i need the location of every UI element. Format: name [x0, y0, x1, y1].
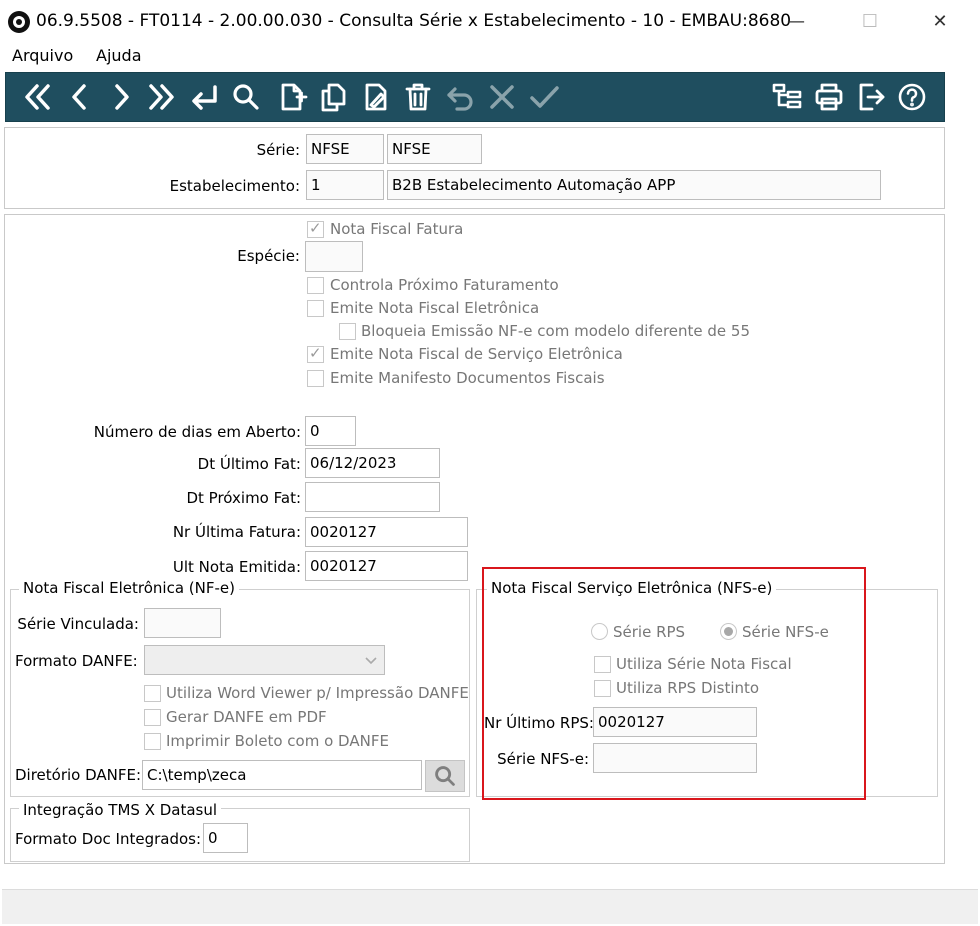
controla-proximo-checkbox[interactable]: [307, 277, 324, 294]
toolbar: [5, 72, 945, 122]
controla-proximo-label: Controla Próximo Faturamento: [330, 276, 559, 294]
formato-danfe-select[interactable]: [144, 645, 385, 675]
emite-manifesto-checkbox[interactable]: [307, 370, 324, 387]
serie-vinculada-label: Série Vinculada:: [17, 615, 139, 633]
ult-nota-emitida-label: Ult Nota Emitida:: [172, 558, 301, 576]
formato-doc-field[interactable]: 0: [203, 823, 248, 853]
window-title: 06.9.5508 - FT0114 - 2.00.00.030 - Consu…: [36, 11, 792, 31]
maximize-button[interactable]: ☐: [850, 8, 890, 36]
print-icon[interactable]: [812, 80, 846, 114]
emite-nfse-checkbox[interactable]: [307, 344, 324, 363]
menu-ajuda[interactable]: Ajuda: [96, 46, 142, 65]
bloqueia-emissao-checkbox[interactable]: [339, 323, 356, 340]
cancel-icon[interactable]: [485, 80, 519, 114]
diretorio-danfe-label: Diretório DANFE:: [15, 766, 142, 784]
highlight-box: [482, 567, 866, 800]
dias-aberto-label: Número de dias em Aberto:: [93, 423, 301, 441]
dias-aberto-field[interactable]: 0: [305, 416, 356, 446]
next-record-icon[interactable]: [104, 80, 138, 114]
copy-icon[interactable]: [317, 80, 351, 114]
gerar-pdf-label: Gerar DANFE em PDF: [166, 708, 327, 726]
emite-nfse-label: Emite Nota Fiscal de Serviço Eletrônica: [330, 345, 623, 363]
delete-icon[interactable]: [401, 80, 435, 114]
especie-field[interactable]: [305, 241, 363, 272]
serie-desc-field[interactable]: NFSE: [387, 134, 482, 164]
tms-group-title: Integração TMS X Datasul: [19, 801, 222, 819]
previous-record-icon[interactable]: [63, 80, 97, 114]
imprimir-boleto-label: Imprimir Boleto com o DANFE: [166, 732, 389, 750]
dt-proximo-fat-field[interactable]: [305, 482, 440, 512]
exit-icon[interactable]: [854, 80, 888, 114]
menu-arquivo[interactable]: Arquivo: [12, 46, 73, 65]
confirm-icon[interactable]: [527, 80, 561, 114]
estabelecimento-code-field[interactable]: 1: [306, 170, 384, 200]
nota-fiscal-fatura-label: Nota Fiscal Fatura: [330, 220, 464, 238]
utiliza-word-checkbox[interactable]: [144, 685, 161, 702]
estabelecimento-desc-field[interactable]: B2B Estabelecimento Automação APP: [387, 170, 881, 200]
title-bar: 06.9.5508 - FT0114 - 2.00.00.030 - Consu…: [0, 0, 980, 44]
bloqueia-emissao-label: Bloqueia Emissão NF-e com modelo diferen…: [361, 322, 751, 340]
minimize-button[interactable]: —: [776, 8, 816, 36]
emite-manifesto-label: Emite Manifesto Documentos Fiscais: [330, 369, 605, 387]
first-record-icon[interactable]: [20, 80, 54, 114]
dt-ultimo-fat-field[interactable]: 06/12/2023: [305, 448, 440, 478]
nr-ultima-fatura-label: Nr Última Fatura:: [172, 523, 301, 541]
dt-proximo-fat-label: Dt Próximo Fat:: [186, 489, 301, 507]
edit-icon[interactable]: [359, 80, 393, 114]
formato-doc-label: Formato Doc Integrados:: [15, 830, 202, 848]
nr-ultima-fatura-field[interactable]: 0020127: [305, 517, 468, 547]
serie-label: Série:: [256, 141, 300, 159]
search-icon: [435, 766, 455, 786]
status-bar: [2, 889, 978, 924]
emite-nfe-checkbox[interactable]: [307, 300, 324, 317]
serie-code-field[interactable]: NFSE: [306, 134, 384, 164]
last-record-icon[interactable]: [145, 80, 179, 114]
app-logo-icon: [8, 11, 30, 33]
formato-danfe-label: Formato DANFE:: [15, 652, 138, 670]
goto-icon[interactable]: [187, 80, 221, 114]
nota-fiscal-fatura-checkbox[interactable]: [307, 219, 324, 238]
navigator-icon[interactable]: [770, 80, 804, 114]
undo-icon[interactable]: [443, 80, 477, 114]
diretorio-danfe-field[interactable]: C:\temp\zeca: [142, 760, 422, 790]
help-icon[interactable]: [895, 80, 929, 114]
ult-nota-emitida-field[interactable]: 0020127: [305, 551, 468, 581]
nfe-group-title: Nota Fiscal Eletrônica (NF-e): [19, 579, 239, 597]
utiliza-word-label: Utiliza Word Viewer p/ Impressão DANFE: [166, 684, 469, 702]
gerar-pdf-checkbox[interactable]: [144, 709, 161, 726]
serie-vinculada-field[interactable]: [144, 608, 221, 638]
estabelecimento-label: Estabelecimento:: [169, 177, 300, 195]
imprimir-boleto-checkbox[interactable]: [144, 733, 161, 750]
especie-label: Espécie:: [237, 247, 300, 265]
close-button[interactable]: ✕: [920, 8, 960, 36]
menu-bar: Arquivo Ajuda: [0, 44, 980, 70]
browse-directory-button[interactable]: [425, 760, 465, 792]
search-icon[interactable]: [229, 80, 263, 114]
emite-nfe-label: Emite Nota Fiscal Eletrônica: [330, 299, 540, 317]
dt-ultimo-fat-label: Dt Último Fat:: [197, 455, 301, 473]
chevron-down-icon: [362, 650, 380, 670]
new-document-icon[interactable]: [275, 80, 309, 114]
